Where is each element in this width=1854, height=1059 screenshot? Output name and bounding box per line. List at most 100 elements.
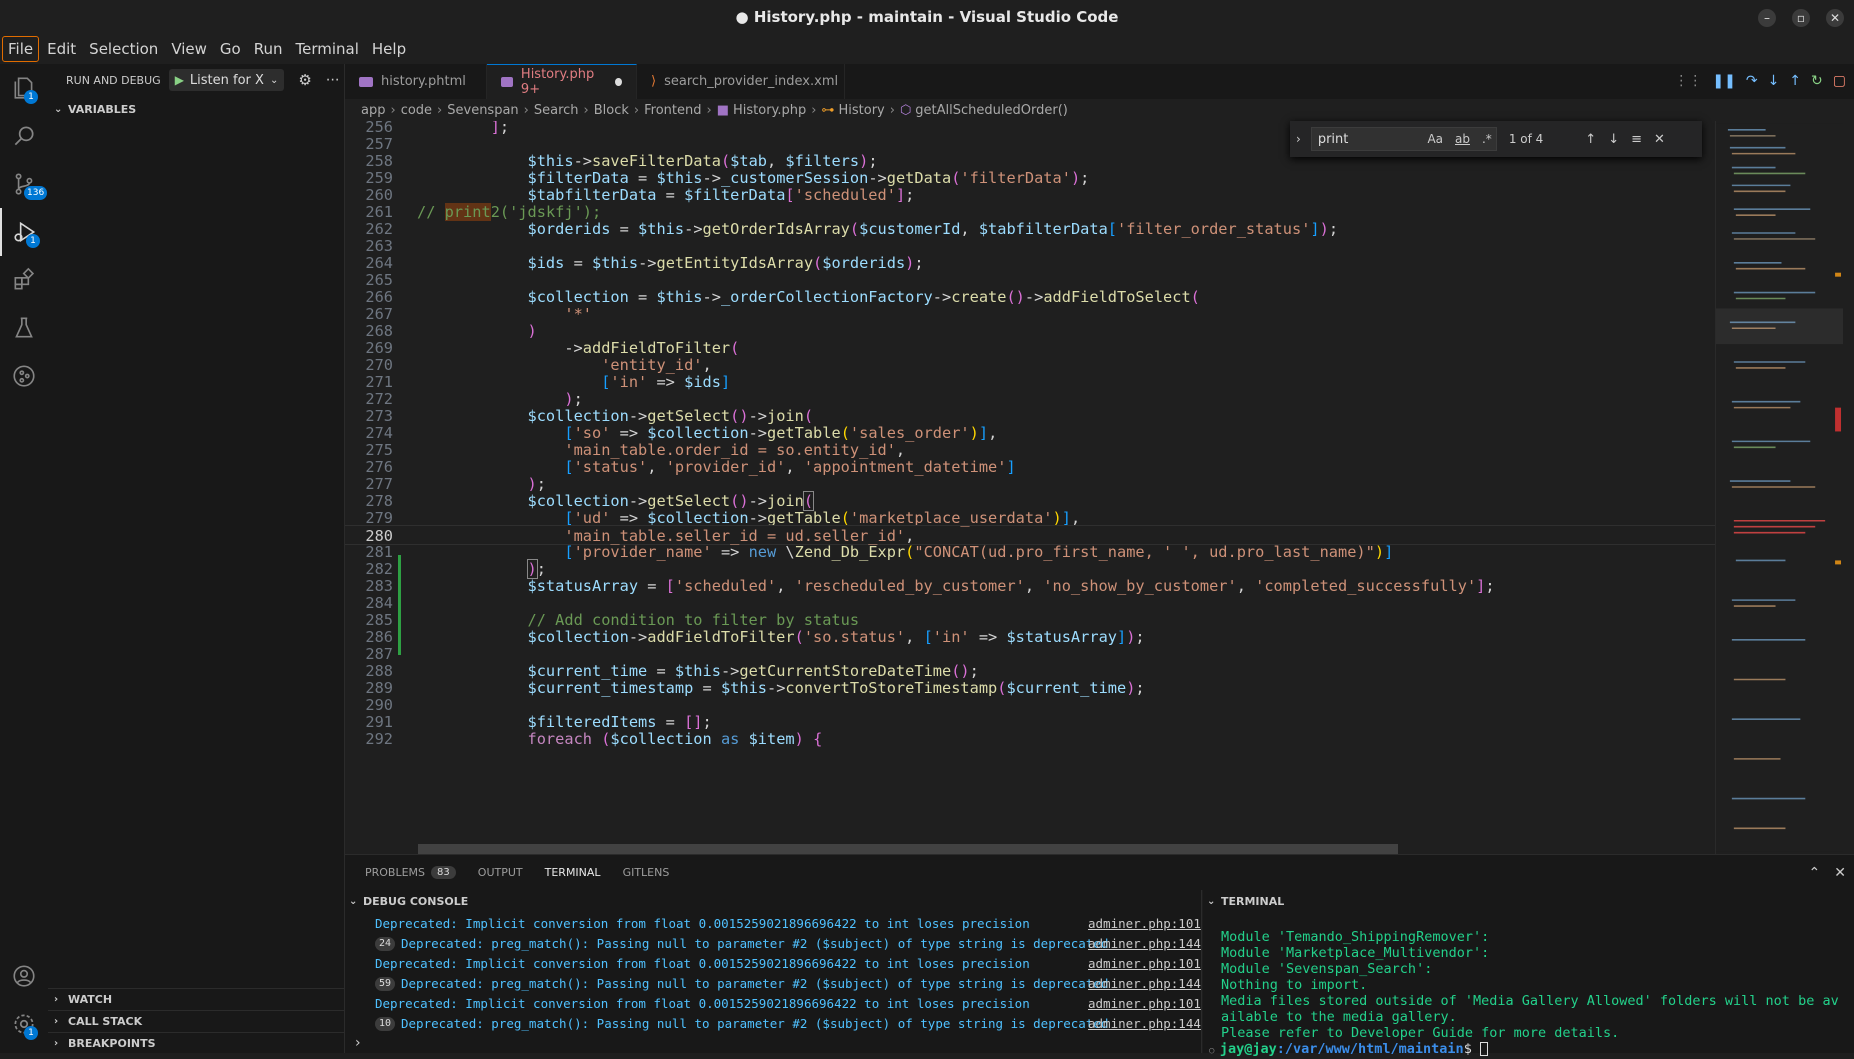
terminal-header[interactable]: ⌄ TERMINAL [1203,890,1854,912]
debug-console[interactable]: ⌄ DEBUG CONSOLE Deprecated: Implicit conv… [345,890,1202,1053]
maximize-icon[interactable]: ▫ [1792,9,1810,27]
toggle-replace-chevron-icon[interactable]: › [1296,132,1301,146]
terminal-line: ailable to the media gallery. [1221,1009,1457,1025]
console-source-link[interactable]: adminer.php:144 [1088,934,1201,954]
find-input[interactable]: print Aa ab .* [1310,127,1497,151]
breakpoints-section[interactable]: › BREAKPOINTS [48,1032,344,1054]
restart-icon[interactable]: ↻ [1811,73,1823,89]
method-icon: ⬡ [899,102,912,118]
tab-problems[interactable]: PROBLEMS 83 [365,855,456,891]
close-find-icon[interactable]: ✕ [1654,132,1665,147]
breadcrumb-item[interactable]: Frontend [644,103,701,118]
breadcrumb-item[interactable]: code [401,103,432,118]
console-source-link[interactable]: adminer.php:144 [1088,1014,1201,1034]
problems-count-badge: 83 [431,866,456,879]
accounts-icon[interactable] [0,952,48,1000]
console-source-link[interactable]: adminer.php:101 [1088,954,1201,974]
console-entry: 59 Deprecated: preg_match(): Passing null… [345,974,1202,994]
more-actions-icon[interactable]: ⋯ [326,72,340,88]
console-source-link[interactable]: adminer.php:101 [1088,914,1201,934]
debug-console-header[interactable]: ⌄ DEBUG CONSOLE [345,890,1201,912]
tab-history-phtml[interactable]: history.phtml [345,64,487,99]
repeat-count-badge: 10 [375,1017,395,1031]
manage-gear-icon[interactable]: 1 [0,1000,48,1048]
terminal-prompt[interactable]: ○ jay@jay:/var/www/html/maintain$ [1209,1041,1488,1059]
console-entry: Deprecated: Implicit conversion from flo… [345,914,1202,934]
match-case-icon[interactable]: Aa [1427,132,1443,146]
breadcrumb-item[interactable]: app [361,103,385,118]
find-in-selection-icon[interactable]: ≡ [1631,132,1642,147]
terminal[interactable]: ⌄ TERMINAL Module 'Temando_ShippingRemove… [1203,890,1854,1057]
close-icon[interactable]: ✕ [1826,9,1844,27]
start-debug-icon[interactable]: ▶ [175,73,184,87]
menu-selection[interactable]: Selection [84,37,163,61]
horizontal-scrollbar[interactable] [418,844,1398,854]
chevron-right-icon: › [54,994,59,1005]
step-over-icon[interactable]: ↷ [1746,73,1758,89]
minimize-icon[interactable]: – [1758,9,1776,27]
breadcrumb-item[interactable]: Sevenspan [447,103,518,118]
step-into-icon[interactable]: ↓ [1768,73,1780,89]
code-editor[interactable]: 256 ]; 257 258 $this->saveFilterData($ta… [345,121,1854,854]
chevron-down-icon: ⌄ [349,895,358,907]
unsaved-dot-icon[interactable] [615,78,622,86]
drag-handle-icon[interactable]: ⋮⋮ [1674,73,1702,89]
maximize-panel-chevron-up-icon[interactable]: ⌃ [1809,865,1821,881]
breadcrumb-item[interactable]: History [838,103,884,118]
testing-icon[interactable] [0,304,48,352]
tab-history-php[interactable]: History.php 9+ [487,64,637,99]
tab-terminal[interactable]: TERMINAL [544,855,601,891]
step-out-icon[interactable]: ↑ [1789,73,1801,89]
console-source-link[interactable]: adminer.php:101 [1088,994,1201,1014]
pause-icon[interactable]: ❚❚ [1712,73,1735,89]
tab-search-provider-index-xml[interactable]: ⟩ search_provider_index.xml [637,64,845,99]
regex-icon[interactable]: .* [1482,132,1492,146]
menu-run[interactable]: Run [249,37,288,61]
console-input[interactable]: › [355,1034,1195,1052]
launch-config-label: Listen for X [189,72,264,88]
chevron-right-icon: › [706,102,712,118]
tab-gitlens[interactable]: GITLENS [623,855,670,891]
gitlens-icon[interactable] [0,352,48,400]
menu-terminal[interactable]: Terminal [291,37,364,61]
prompt-user: jay@jay [1219,1041,1277,1057]
code-text: foreach ($collection as $item) { [527,730,823,748]
chevron-down-icon: ⌄ [1207,895,1216,907]
repeat-count-badge: 59 [375,977,395,991]
next-match-arrow-down-icon[interactable]: ↓ [1608,132,1619,147]
breadcrumb-item[interactable]: History.php [733,103,806,118]
debug-settings-gear-icon[interactable]: ⚙ [298,71,311,89]
console-source-link[interactable]: adminer.php:144 [1088,974,1201,994]
console-entry: 10 Deprecated: preg_match(): Passing null… [345,1014,1202,1034]
menu-view[interactable]: View [166,37,212,61]
breadcrumb-item[interactable]: Block [594,103,629,118]
call-stack-section[interactable]: › CALL STACK [48,1010,344,1032]
call-stack-label: CALL STACK [68,1015,143,1028]
explorer-icon[interactable]: 1 [0,64,48,112]
source-control-icon[interactable]: 136 [0,160,48,208]
console-message: Deprecated: Implicit conversion from flo… [375,996,1030,1011]
tab-output[interactable]: OUTPUT [478,855,523,891]
watch-section[interactable]: › WATCH [48,988,344,1010]
launch-config-dropdown[interactable]: ▶ Listen for X ⌄ [168,69,285,91]
breadcrumb-item[interactable]: getAllScheduledOrder() [915,103,1068,118]
previous-match-arrow-up-icon[interactable]: ↑ [1585,132,1596,147]
breadcrumb-item[interactable]: Search [534,103,579,118]
menu-go[interactable]: Go [215,37,246,61]
search-icon[interactable] [0,112,48,160]
menu-edit[interactable]: Edit [42,37,81,61]
menu-help[interactable]: Help [367,37,411,61]
variables-section[interactable]: ⌄ VARIABLES [48,98,344,120]
terminal-line: Media files stored outside of 'Media Gal… [1221,993,1839,1009]
debug-console-title: DEBUG CONSOLE [363,894,469,908]
console-message: Deprecated: preg_match(): Passing null t… [401,1016,1109,1031]
whole-word-icon[interactable]: ab [1455,132,1470,146]
extensions-icon[interactable] [0,256,48,304]
minimap[interactable] [1715,121,1843,854]
run-debug-icon[interactable]: 1 [0,208,48,256]
stop-icon[interactable]: ▢ [1833,73,1846,89]
close-panel-icon[interactable]: ✕ [1834,865,1846,881]
prompt-sign: $ [1463,1041,1480,1057]
menu-file[interactable]: File [2,36,40,62]
chevron-down-icon: ⌄ [54,103,63,115]
